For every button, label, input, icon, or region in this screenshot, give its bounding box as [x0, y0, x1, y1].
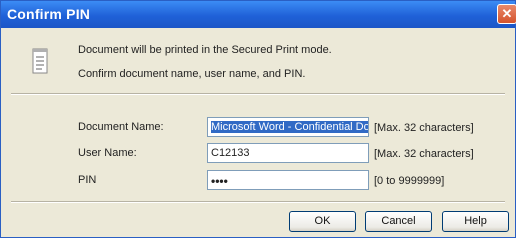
document-name-label: Document Name: [78, 121, 164, 133]
user-name-hint: [Max. 32 characters] [374, 148, 474, 160]
user-name-label: User Name: [78, 147, 137, 159]
user-name-field[interactable]: C12133 [207, 143, 369, 163]
pin-value: •••• [211, 174, 228, 188]
pin-label: PIN [78, 174, 97, 186]
ok-button[interactable]: OK [289, 211, 356, 232]
user-name-value: C12133 [211, 147, 250, 159]
document-icon [32, 48, 48, 74]
document-name-hint: [Max. 32 characters] [374, 122, 474, 134]
dialog-body: Document will be printed in the Secured … [1, 28, 515, 237]
bottom-separator [11, 201, 505, 203]
title-bar[interactable]: Confirm PIN ✕ [1, 1, 517, 28]
top-separator [11, 93, 505, 95]
pin-field[interactable]: •••• [207, 170, 369, 190]
document-name-value: Microsoft Word - Confidential Do [211, 121, 369, 133]
help-button[interactable]: Help [442, 211, 509, 232]
message-line-2: Confirm document name, user name, and PI… [78, 68, 306, 80]
cancel-button[interactable]: Cancel [365, 211, 432, 232]
close-button[interactable]: ✕ [497, 4, 517, 24]
window-title: Confirm PIN [7, 6, 91, 22]
pin-hint: [0 to 9999999] [374, 175, 445, 187]
message-line-1: Document will be printed in the Secured … [78, 44, 332, 56]
confirm-pin-dialog: Confirm PIN ✕ Document will be printed i… [0, 0, 517, 238]
document-name-field[interactable]: Microsoft Word - Confidential Do [207, 117, 369, 137]
close-icon: ✕ [501, 6, 513, 21]
